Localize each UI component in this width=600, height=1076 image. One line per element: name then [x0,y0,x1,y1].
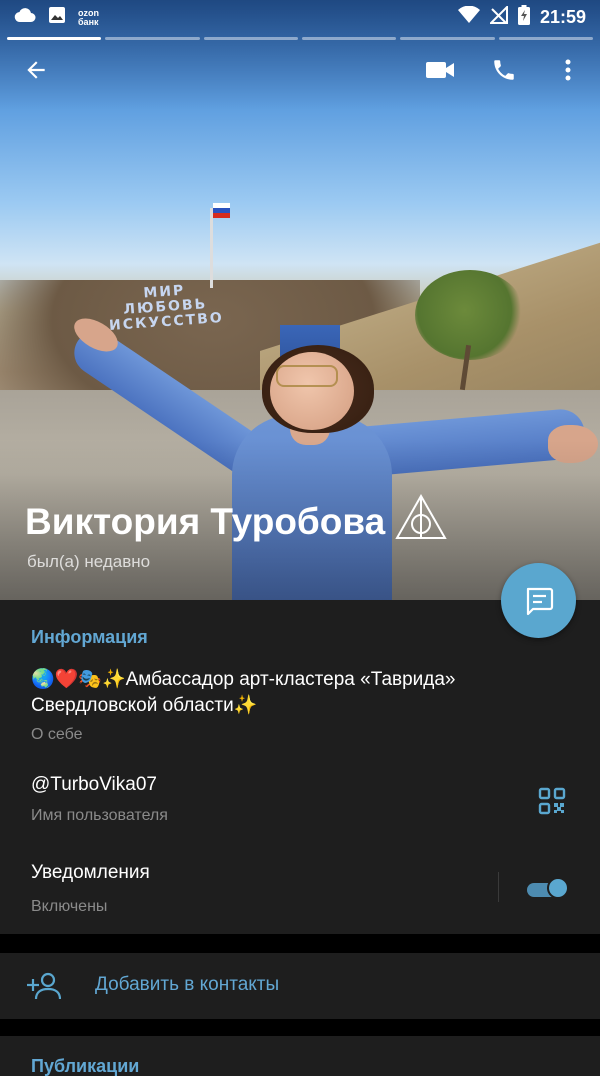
about-label: О себе [31,726,83,743]
photo-progress-segment [498,37,593,40]
notifications-state: Включены [31,898,108,915]
status-time: 21:59 [539,7,586,27]
add-contact-button[interactable]: Добавить в контакты [0,953,600,1019]
notifications-title[interactable]: Уведомления [31,862,150,884]
about-text[interactable]: 🌏❤️🎭✨Амбассадор арт-кластера «Таврида» С… [31,667,551,719]
photo-flagpole [210,208,213,288]
profile-name-text: Виктория Туробова [25,500,386,542]
username-label: Имя пользователя [31,807,168,824]
publications-title: Публикации [31,1056,140,1076]
add-person-icon [27,971,62,1006]
photo-progress-segment [400,37,495,40]
no-signal-icon [488,4,508,29]
notifications-toggle[interactable] [527,876,571,902]
video-call-icon [426,62,454,78]
profile-last-seen: был(а) недавно [27,552,151,571]
info-section: Информация 🌏❤️🎭✨Амбассадор арт-кластера … [0,600,600,934]
photo-progress-segment [105,37,200,40]
photo-hill-sign: МИР ЛЮБОВЬ ИСКУССТВО [108,282,225,334]
video-call-button[interactable] [420,50,460,90]
photo-person-glasses [276,365,338,387]
photo-flag [213,203,230,218]
qr-code-icon [538,787,566,815]
photo-progress-segment [301,37,397,40]
notifications-divider [498,872,499,902]
battery-charging-icon [517,5,530,30]
status-bar: ozon банк 21:59 [0,0,600,34]
toolbar [0,50,600,90]
back-arrow-icon [27,61,45,79]
publications-section: Публикации [0,1036,600,1076]
username-value[interactable]: @TurboVika07 [31,774,157,796]
photo-progress-segment [7,37,102,40]
photo-progress-bar [7,37,593,40]
call-button[interactable] [484,50,524,90]
ozon-bank-icon: ozon банк [78,7,99,27]
phone-icon [494,60,514,80]
more-options-button[interactable] [548,50,588,90]
profile-name: Виктория Туробова [25,493,447,549]
image-icon [48,6,66,29]
more-vert-icon [565,59,571,81]
photo-person-face [270,352,354,430]
send-message-button[interactable] [501,563,576,638]
toggle-knob [547,877,569,899]
info-section-title: Информация [31,627,148,647]
cloud-icon [14,7,36,28]
photo-progress-segment [203,37,298,40]
add-contact-label: Добавить в контакты [95,974,280,995]
qr-code-button[interactable] [538,787,566,815]
wifi-icon [457,5,480,29]
deathly-hallows-icon [395,493,447,549]
back-button[interactable] [16,50,56,90]
message-icon [526,587,553,615]
